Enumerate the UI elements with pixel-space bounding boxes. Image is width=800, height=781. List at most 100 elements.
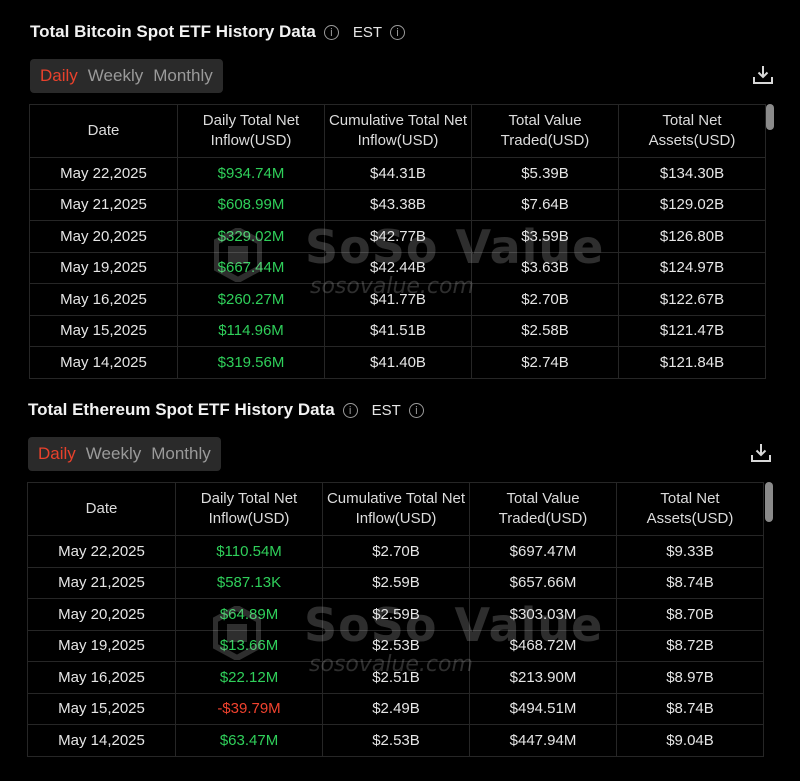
total-value-traded-cell: $3.59B: [471, 220, 619, 253]
date-cell: May 16,2025: [27, 661, 176, 694]
info-icon[interactable]: i: [408, 402, 424, 418]
daily-net-inflow-cell: $63.47M: [175, 724, 323, 757]
column-header[interactable]: Daily Total Net Inflow(USD): [175, 482, 323, 536]
total-net-assets-cell: $9.33B: [616, 535, 764, 568]
total-value-traded-cell: $494.51M: [469, 692, 617, 725]
total-value-traded-cell: $213.90M: [469, 661, 617, 694]
date-cell: May 14,2025: [29, 346, 178, 379]
table-row: May 20,2025 $64.89M $2.59B $303.03M $8.70B: [27, 598, 764, 631]
table-row: May 20,2025 $329.02M $42.77B $3.59B $126.80B: [29, 220, 766, 253]
eth-title: Total Ethereum Spot ETF History Data: [28, 400, 335, 419]
tab-monthly[interactable]: Monthly: [147, 444, 215, 464]
total-net-assets-cell: $121.47B: [618, 314, 766, 347]
total-value-traded-cell: $5.39B: [471, 157, 619, 190]
cumulative-net-inflow-cell: $44.31B: [324, 157, 472, 190]
tab-monthly[interactable]: Monthly: [149, 66, 217, 86]
daily-net-inflow-cell: $260.27M: [177, 283, 325, 316]
date-cell: May 16,2025: [29, 283, 178, 316]
sosovalue-logo-icon: [213, 606, 261, 660]
cumulative-net-inflow-cell: $42.77B: [324, 220, 472, 253]
table-row: May 21,2025 $608.99M $43.38B $7.64B $129.02B: [29, 188, 766, 221]
column-header[interactable]: Daily Total Net Inflow(USD): [177, 104, 325, 158]
download-icon[interactable]: [752, 64, 774, 86]
column-header[interactable]: Cumulative Total Net Inflow(USD): [322, 482, 470, 536]
total-value-traded-cell: $657.66M: [469, 566, 617, 599]
cumulative-net-inflow-cell: $2.51B: [322, 661, 470, 694]
total-net-assets-cell: $8.97B: [616, 661, 764, 694]
tab-daily[interactable]: Daily: [36, 66, 82, 86]
table-row: May 19,2025 $13.66M $2.53B $468.72M $8.72B: [27, 629, 764, 662]
total-net-assets-cell: $122.67B: [618, 283, 766, 316]
total-value-traded-cell: $697.47M: [469, 535, 617, 568]
info-icon[interactable]: i: [323, 24, 339, 40]
total-value-traded-cell: $7.64B: [471, 188, 619, 221]
total-net-assets-cell: $8.70B: [616, 598, 764, 631]
table-row: May 19,2025 $667.44M $42.44B $3.63B $124.97B: [29, 251, 766, 284]
cumulative-net-inflow-cell: $43.38B: [324, 188, 472, 221]
total-value-traded-cell: $303.03M: [469, 598, 617, 631]
daily-net-inflow-cell: $319.56M: [177, 346, 325, 379]
cumulative-net-inflow-cell: $2.53B: [322, 724, 470, 757]
table-row: May 15,2025 $114.96M $41.51B $2.58B $121.47B: [29, 314, 766, 347]
tab-daily[interactable]: Daily: [34, 444, 80, 464]
date-cell: May 14,2025: [27, 724, 176, 757]
cumulative-net-inflow-cell: $2.70B: [322, 535, 470, 568]
total-net-assets-cell: $8.74B: [616, 566, 764, 599]
btc-period-tabs: Daily Weekly Monthly: [30, 59, 223, 93]
tab-weekly[interactable]: Weekly: [84, 66, 147, 86]
total-net-assets-cell: $129.02B: [618, 188, 766, 221]
cumulative-net-inflow-cell: $41.40B: [324, 346, 472, 379]
table-row: May 22,2025 $110.54M $2.70B $697.47M $9.33B: [27, 535, 764, 568]
column-header[interactable]: Total Value Traded(USD): [471, 104, 619, 158]
column-header[interactable]: Total Net Assets(USD): [618, 104, 766, 158]
table-header-row: Date Daily Total Net Inflow(USD) Cumulat…: [27, 482, 764, 536]
daily-net-inflow-cell: $587.13K: [175, 566, 323, 599]
total-net-assets-cell: $8.72B: [616, 629, 764, 662]
cumulative-net-inflow-cell: $2.59B: [322, 598, 470, 631]
btc-header: Total Bitcoin Spot ETF History Data i ES…: [30, 20, 406, 44]
table-row: May 15,2025 -$39.79M $2.49B $494.51M $8.74B: [27, 692, 764, 725]
eth-table: Date Daily Total Net Inflow(USD) Cumulat…: [27, 482, 764, 757]
table-row: May 16,2025 $22.12M $2.51B $213.90M $8.97B: [27, 661, 764, 694]
eth-period-tabs: Daily Weekly Monthly: [28, 437, 221, 471]
total-value-traded-cell: $3.63B: [471, 251, 619, 284]
daily-net-inflow-cell: $114.96M: [177, 314, 325, 347]
date-cell: May 15,2025: [29, 314, 178, 347]
btc-scrollbar[interactable]: [766, 104, 774, 130]
daily-net-inflow-cell: $110.54M: [175, 535, 323, 568]
cumulative-net-inflow-cell: $41.77B: [324, 283, 472, 316]
cumulative-net-inflow-cell: $42.44B: [324, 251, 472, 284]
btc-table: Date Daily Total Net Inflow(USD) Cumulat…: [29, 104, 766, 379]
table-row: May 14,2025 $319.56M $41.40B $2.74B $121.84B: [29, 346, 766, 379]
date-cell: May 20,2025: [27, 598, 176, 631]
eth-header: Total Ethereum Spot ETF History Data i E…: [28, 398, 424, 422]
column-header[interactable]: Date: [27, 482, 176, 536]
total-net-assets-cell: $121.84B: [618, 346, 766, 379]
tab-weekly[interactable]: Weekly: [82, 444, 145, 464]
eth-timezone: EST: [371, 401, 401, 419]
date-cell: May 21,2025: [29, 188, 178, 221]
info-icon[interactable]: i: [390, 24, 406, 40]
date-cell: May 20,2025: [29, 220, 178, 253]
table-row: May 16,2025 $260.27M $41.77B $2.70B $122.67B: [29, 283, 766, 316]
total-net-assets-cell: $8.74B: [616, 692, 764, 725]
date-cell: May 22,2025: [29, 157, 178, 190]
daily-net-inflow-cell: -$39.79M: [175, 692, 323, 725]
column-header[interactable]: Total Net Assets(USD): [616, 482, 764, 536]
total-value-traded-cell: $468.72M: [469, 629, 617, 662]
column-header[interactable]: Date: [29, 104, 178, 158]
btc-timezone: EST: [352, 23, 383, 41]
eth-scrollbar[interactable]: [765, 482, 773, 522]
column-header[interactable]: Total Value Traded(USD): [469, 482, 617, 536]
cumulative-net-inflow-cell: $41.51B: [324, 314, 472, 347]
download-icon[interactable]: [750, 442, 772, 464]
cumulative-net-inflow-cell: $2.59B: [322, 566, 470, 599]
info-icon[interactable]: i: [342, 402, 358, 418]
total-net-assets-cell: $126.80B: [618, 220, 766, 253]
date-cell: May 19,2025: [29, 251, 178, 284]
total-net-assets-cell: $124.97B: [618, 251, 766, 284]
table-row: May 21,2025 $587.13K $2.59B $657.66M $8.74B: [27, 566, 764, 599]
column-header[interactable]: Cumulative Total Net Inflow(USD): [324, 104, 472, 158]
total-value-traded-cell: $447.94M: [469, 724, 617, 757]
cumulative-net-inflow-cell: $2.49B: [322, 692, 470, 725]
